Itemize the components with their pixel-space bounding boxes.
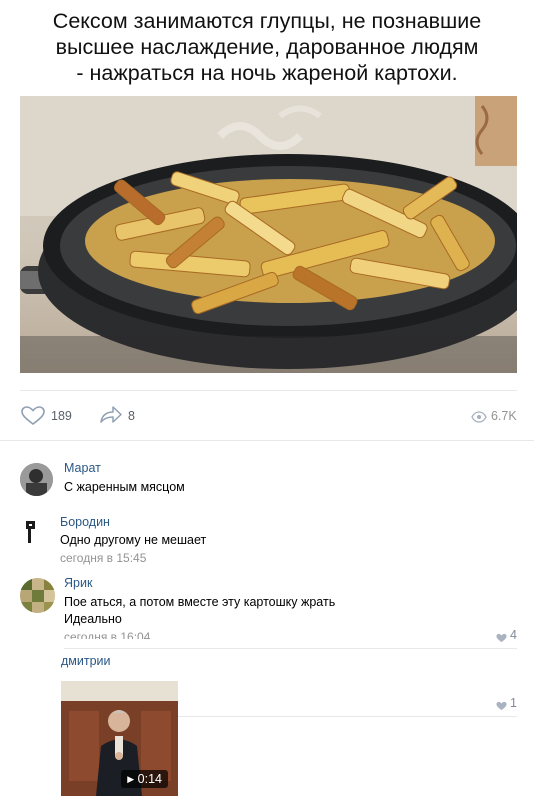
post-image[interactable] bbox=[20, 96, 517, 373]
heart-icon[interactable] bbox=[496, 630, 507, 648]
avatar[interactable] bbox=[20, 463, 53, 496]
heart-icon[interactable] bbox=[496, 698, 507, 716]
like-count: 189 bbox=[51, 409, 72, 423]
meme-caption: Сексом занимаются глупцы, не познавшие в… bbox=[14, 8, 520, 86]
share-count: 8 bbox=[128, 409, 135, 423]
heart-icon[interactable] bbox=[21, 406, 45, 431]
share-icon[interactable] bbox=[99, 405, 123, 430]
fried-potatoes-pan-illustration bbox=[20, 96, 517, 373]
comment-date-clip: сегодня в 16:04 bbox=[60, 629, 360, 639]
view-count: 6.7K bbox=[491, 409, 517, 423]
comment-text-line: Идеально bbox=[64, 612, 122, 626]
divider bbox=[20, 390, 517, 391]
meme-caption-line: Сексом занимаются глупцы, не познавшие bbox=[52, 9, 482, 33]
comment-author[interactable]: Марат bbox=[64, 461, 101, 475]
comment-author[interactable]: дмитрии bbox=[61, 654, 111, 668]
meme-caption-line: - нажраться на ночь жареной картохи. bbox=[76, 61, 458, 85]
divider bbox=[0, 440, 534, 441]
avatar[interactable] bbox=[20, 578, 55, 613]
video-duration-badge: ▶ 0:14 bbox=[121, 770, 168, 788]
comment-author[interactable]: Ярик bbox=[64, 576, 92, 590]
comment-date[interactable]: сегодня в 16:04 bbox=[64, 630, 150, 639]
divider bbox=[64, 648, 517, 649]
comment-like-count: 1 bbox=[510, 696, 517, 710]
comment-text: С жаренным мясцом bbox=[64, 480, 185, 494]
eye-icon bbox=[471, 410, 487, 428]
video-duration: 0:14 bbox=[137, 772, 162, 786]
comment-date[interactable]: сегодня в 15:45 bbox=[60, 551, 146, 565]
comment-like-count: 4 bbox=[510, 628, 517, 642]
comment-text: Одно другому не мешает bbox=[60, 533, 207, 547]
divider bbox=[178, 716, 517, 717]
play-icon: ▶ bbox=[127, 774, 135, 784]
meme-caption-line: высшее наслаждение, дарованное людям bbox=[55, 35, 479, 59]
comment-text-line: Пое аться, а потом вместе эту картошку ж… bbox=[64, 595, 336, 609]
video-thumbnail[interactable]: ▶ 0:14 bbox=[61, 681, 178, 796]
avatar[interactable] bbox=[20, 517, 53, 550]
comment-author[interactable]: Бородин bbox=[60, 515, 110, 529]
